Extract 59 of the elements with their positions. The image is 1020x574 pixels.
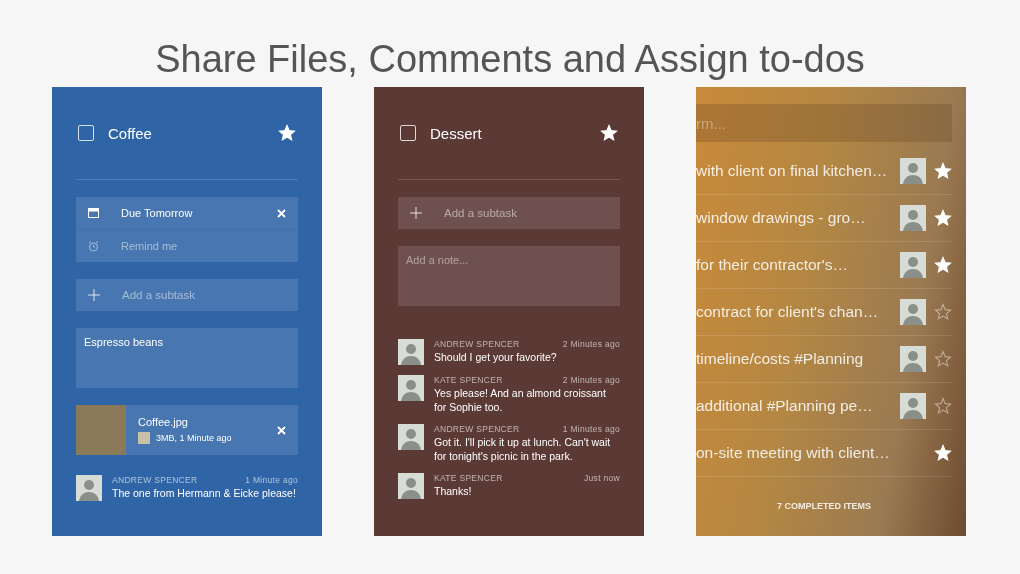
plus-icon: [410, 207, 422, 219]
comment-text: Got it. I'll pick it up at lunch. Can't wait for tonight's picnic in the park.: [434, 435, 612, 463]
star-icon[interactable]: [278, 124, 296, 142]
comment-time: 2 Minutes ago: [562, 375, 620, 385]
note-field[interactable]: Add a note...: [398, 246, 620, 306]
search-field[interactable]: rm...: [696, 104, 952, 142]
avatar-icon: [398, 473, 424, 499]
comment-author: ANDREW SPENCER: [434, 339, 520, 349]
add-subtask-field[interactable]: Add a subtask: [76, 279, 298, 311]
task-text[interactable]: window drawings - gro…: [696, 209, 892, 227]
file-meta: 3MB, 1 Minute ago: [156, 433, 232, 443]
avatar-icon: [76, 475, 102, 501]
checkbox[interactable]: [78, 125, 94, 141]
task-text[interactable]: with client on final kitchen…: [696, 162, 892, 180]
star-icon[interactable]: [934, 444, 952, 462]
task-text[interactable]: on-site meeting with client…: [696, 444, 926, 462]
star-outline-icon[interactable]: [934, 350, 952, 368]
task-text[interactable]: additional #Planning pe…: [696, 397, 892, 415]
checkbox[interactable]: [400, 125, 416, 141]
star-outline-icon[interactable]: [934, 303, 952, 321]
avatar-icon: [398, 424, 424, 450]
comment-text: Thanks!: [434, 484, 473, 498]
due-date-row[interactable]: Due Tomorrow: [76, 197, 298, 229]
comment-author: ANDREW SPENCER: [112, 475, 198, 485]
comment-text: Yes please! And an almond croissant for Sophie too.: [434, 386, 607, 414]
comment-text: The one from Hermann & Eicke please!: [112, 486, 297, 500]
star-icon[interactable]: [600, 124, 618, 142]
task-text[interactable]: timeline/costs #Planning: [696, 350, 892, 368]
plus-icon: [88, 289, 100, 301]
note-field[interactable]: Espresso beans: [76, 328, 298, 388]
page-heading: Share Files, Comments and Assign to-dos: [154, 37, 866, 82]
calendar-icon: [88, 208, 99, 218]
avatar-icon: [138, 432, 150, 444]
comment-time: Just now: [584, 473, 620, 483]
alarm-clock-icon: [88, 240, 99, 252]
completed-items-link[interactable]: 7 COMPLETED ITEMS: [696, 501, 952, 511]
comment-time: 1 Minute ago: [245, 475, 298, 485]
comment-time: 1 Minutes ago: [562, 424, 620, 434]
star-icon[interactable]: [934, 209, 952, 227]
avatar-icon: [398, 339, 424, 365]
close-icon[interactable]: [277, 208, 286, 218]
task-title: Dessert: [430, 124, 483, 142]
task-text[interactable]: contract for client's chan…: [696, 303, 892, 321]
star-outline-icon[interactable]: [934, 397, 952, 415]
photo-placeholder: [76, 405, 126, 455]
file-name: Coffee.jpg: [138, 416, 189, 428]
task-text[interactable]: for their contractor's…: [696, 256, 892, 274]
add-subtask-field[interactable]: Add a subtask: [398, 197, 620, 229]
comment-author: KATE SPENCER: [434, 375, 503, 385]
comment-author: ANDREW SPENCER: [434, 424, 520, 434]
star-icon[interactable]: [934, 162, 952, 180]
close-icon[interactable]: [277, 425, 286, 435]
star-icon[interactable]: [934, 256, 952, 274]
comment-time: 2 Minutes ago: [562, 339, 620, 349]
comment-author: KATE SPENCER: [434, 473, 503, 483]
comment-text: Should I get your favorite?: [434, 350, 558, 364]
avatar-icon: [398, 375, 424, 401]
task-title: Coffee: [108, 124, 153, 142]
reminder-row[interactable]: Remind me: [76, 230, 298, 262]
